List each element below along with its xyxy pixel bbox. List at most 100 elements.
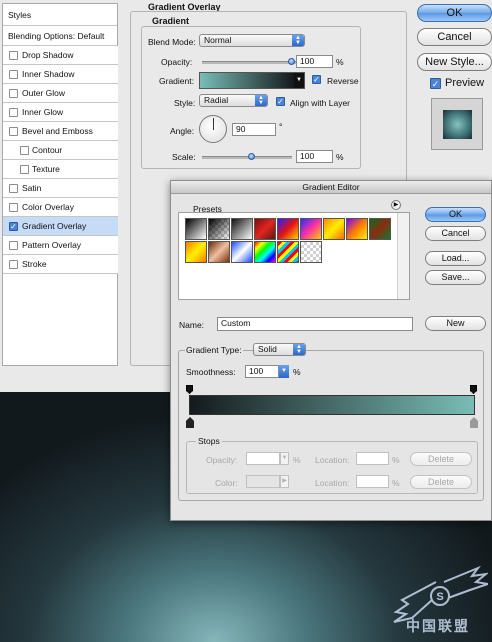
stop-color-label: Color:	[215, 478, 238, 488]
opacity-location-percent: %	[392, 455, 400, 465]
gradient-bar[interactable]	[189, 395, 475, 415]
styles-header[interactable]: Styles	[3, 4, 117, 26]
save-button[interactable]: Save...	[425, 270, 486, 285]
angle-dial[interactable]	[199, 115, 227, 143]
style-select[interactable]: Radial ▲ ▼	[199, 94, 268, 107]
sidebar-item-texture[interactable]: Texture	[3, 160, 118, 179]
preset-swatch[interactable]	[300, 241, 322, 263]
sidebar-item-satin[interactable]: Satin	[3, 179, 118, 198]
style-label: Style:	[174, 98, 196, 108]
sidebar-item-bevel-emboss[interactable]: Bevel and Emboss	[3, 122, 118, 141]
checkbox[interactable]	[9, 108, 18, 117]
opacity-percent: %	[336, 57, 344, 67]
checkbox[interactable]	[9, 127, 18, 136]
gradient-picker[interactable]: ▼	[199, 72, 305, 89]
color-location-label: Location:	[315, 478, 350, 488]
ge-cancel-button[interactable]: Cancel	[425, 226, 486, 241]
sidebar-item-drop-shadow[interactable]: Drop Shadow	[3, 46, 118, 65]
blend-mode-select[interactable]: Normal ▲ ▼	[199, 34, 305, 47]
sidebar-item-contour[interactable]: Contour	[3, 141, 118, 160]
ge-ok-button[interactable]: OK	[425, 207, 486, 222]
name-input[interactable]: Custom	[217, 317, 413, 331]
name-label: Name:	[179, 320, 205, 330]
stop-color-swatch[interactable]	[246, 475, 280, 488]
preview-swatch	[443, 110, 472, 139]
sidebar-item-gradient-overlay[interactable]: ✓ Gradient Overlay	[3, 217, 118, 236]
checkbox[interactable]	[9, 51, 18, 60]
gradient-label: Gradient:	[159, 76, 194, 86]
checkbox-checked[interactable]: ✓	[9, 222, 18, 231]
blending-options-item[interactable]: Blending Options: Default	[3, 26, 117, 46]
scale-label: Scale:	[172, 152, 196, 162]
angle-dial-needle	[213, 118, 214, 130]
checkbox[interactable]	[9, 260, 18, 269]
presets-menu-icon[interactable]: ▶	[391, 200, 401, 210]
opacity-input[interactable]: 100	[296, 55, 333, 68]
sidebar-item-inner-shadow[interactable]: Inner Shadow	[3, 65, 118, 84]
preset-swatch[interactable]	[231, 218, 253, 240]
sidebar-item-pattern-overlay[interactable]: Pattern Overlay	[3, 236, 118, 255]
checkbox[interactable]	[9, 203, 18, 212]
preview-checkbox[interactable]: ✓	[430, 78, 441, 89]
align-with-layer-checkbox[interactable]: ✓	[276, 97, 285, 106]
gradient-type-select[interactable]: Solid ▲ ▼	[253, 343, 306, 356]
load-button[interactable]: Load...	[425, 251, 486, 266]
scale-input[interactable]: 100	[296, 150, 333, 163]
smoothness-input[interactable]: 100	[245, 365, 279, 378]
smoothness-dropdown-arrow[interactable]: ▼	[279, 365, 289, 378]
cancel-button[interactable]: Cancel	[417, 28, 492, 46]
preset-swatch[interactable]	[277, 241, 299, 263]
gradient-type-label: Gradient Type:	[185, 345, 243, 355]
preview-label: Preview	[445, 77, 485, 89]
gradient-editor-title: Gradient Editor	[302, 182, 360, 192]
checkbox[interactable]	[20, 146, 29, 155]
color-location-input[interactable]	[356, 475, 389, 488]
sidebar-item-stroke[interactable]: Stroke	[3, 255, 118, 274]
preset-swatch[interactable]	[346, 218, 368, 240]
new-gradient-button[interactable]: New	[425, 316, 486, 331]
stop-opacity-input[interactable]	[246, 452, 280, 465]
preset-swatch[interactable]	[369, 218, 391, 240]
preset-swatch[interactable]	[254, 218, 276, 240]
stop-opacity-percent: %	[293, 455, 301, 465]
degree-symbol: °	[279, 122, 283, 132]
angle-label: Angle:	[170, 126, 195, 136]
preset-swatch[interactable]	[185, 241, 207, 263]
styles-sidebar: Styles Blending Options: Default Drop Sh…	[2, 3, 118, 366]
presets-scrollbar[interactable]	[397, 213, 409, 299]
angle-input[interactable]: 90	[232, 123, 276, 136]
preset-swatch[interactable]	[185, 218, 207, 240]
gradient-dropdown-arrow[interactable]: ▼	[294, 73, 304, 88]
checkbox[interactable]	[9, 70, 18, 79]
preset-swatch[interactable]	[323, 218, 345, 240]
stop-color-arrow[interactable]: ▶	[280, 475, 289, 488]
stop-opacity-arrow[interactable]: ▼	[280, 452, 289, 465]
preset-swatch[interactable]	[254, 241, 276, 263]
opacity-slider-thumb[interactable]	[288, 58, 295, 65]
delete-color-stop-button[interactable]: Delete	[410, 475, 472, 489]
preset-swatch[interactable]	[208, 218, 230, 240]
sidebar-item-color-overlay[interactable]: Color Overlay	[3, 198, 118, 217]
scale-slider-thumb[interactable]	[247, 153, 255, 160]
new-style-button[interactable]: New Style...	[417, 53, 492, 71]
preset-swatch[interactable]	[208, 241, 230, 263]
sidebar-item-outer-glow[interactable]: Outer Glow	[3, 84, 118, 103]
preset-swatch[interactable]	[277, 218, 299, 240]
preset-swatch[interactable]	[300, 218, 322, 240]
stops-label: Stops	[196, 436, 222, 446]
checkbox[interactable]	[9, 241, 18, 250]
reverse-checkbox[interactable]: ✓	[312, 75, 321, 84]
gradient-swatch[interactable]	[200, 73, 294, 88]
opacity-slider[interactable]	[202, 61, 296, 64]
opacity-label: Opacity:	[161, 57, 193, 67]
sidebar-item-inner-glow[interactable]: Inner Glow	[3, 103, 118, 122]
checkbox[interactable]	[9, 89, 18, 98]
ok-button[interactable]: OK	[417, 4, 492, 22]
delete-opacity-stop-button[interactable]: Delete	[410, 452, 472, 466]
checkbox[interactable]	[20, 165, 29, 174]
opacity-location-input[interactable]	[356, 452, 389, 465]
checkbox[interactable]	[9, 184, 18, 193]
preset-swatch[interactable]	[231, 241, 253, 263]
popup-arrows-icon: ▲ ▼	[293, 344, 305, 355]
opacity-location-label: Location:	[315, 455, 350, 465]
